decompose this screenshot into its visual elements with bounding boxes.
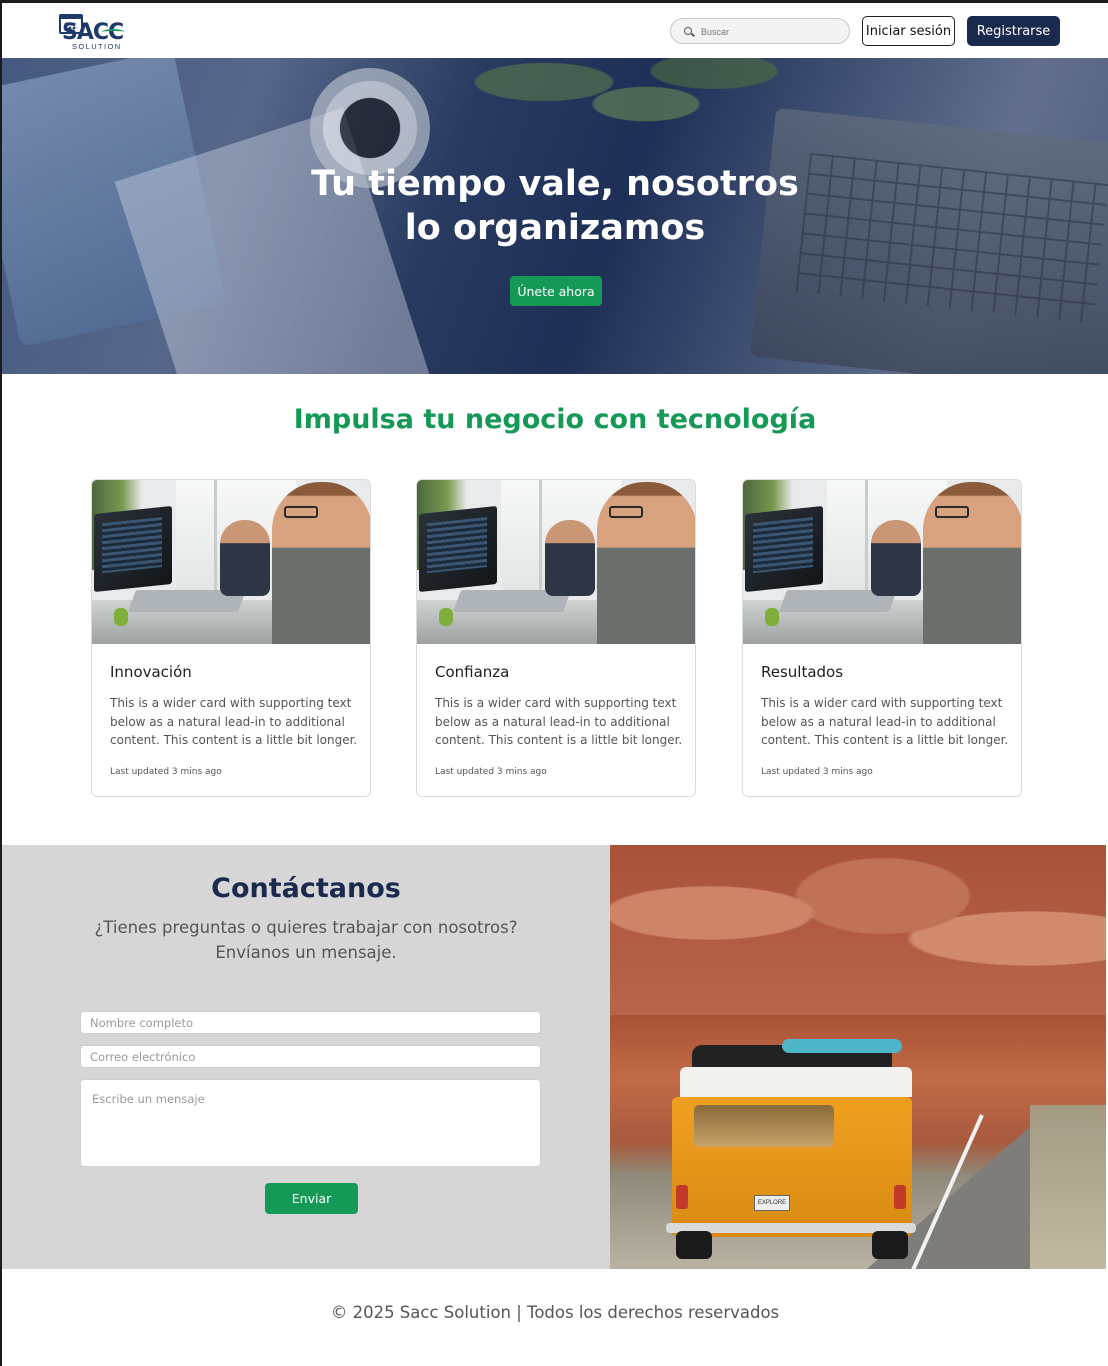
name-field[interactable] [80, 1011, 541, 1034]
card-footer: Last updated 3 mins ago [435, 767, 547, 777]
top-navbar: SACC SOLUTION Iniciar sesión Registrarse [2, 3, 1108, 58]
card-text: This is a wider card with supporting tex… [435, 696, 683, 747]
footer-copyright: © 2025 Sacc Solution | Todos los derecho… [330, 1303, 780, 1322]
license-plate: EXPLORE [754, 1195, 790, 1211]
card-text: This is a wider card with supporting tex… [110, 696, 358, 747]
card-image [417, 480, 695, 644]
login-button[interactable]: Iniciar sesión [862, 16, 955, 46]
card-text: This is a wider card with supporting tex… [761, 696, 1009, 747]
features-title: Impulsa tu negocio con tecnología [293, 404, 817, 435]
logo-swoosh [102, 29, 124, 35]
join-now-button[interactable]: Únete ahora [510, 276, 602, 306]
van-road-photo: EXPLORE [610, 845, 1106, 1269]
email-field[interactable] [80, 1045, 541, 1068]
search-input[interactable] [701, 23, 841, 40]
card-footer: Last updated 3 mins ago [761, 767, 873, 777]
card-title: Confianza [435, 663, 510, 681]
feature-card[interactable]: Confianza This is a wider card with supp… [416, 479, 696, 797]
card-footer: Last updated 3 mins ago [110, 767, 222, 777]
card-title: Resultados [761, 663, 844, 681]
hero-title-line2: lo organizamos [404, 208, 706, 248]
van-image: EXPLORE [662, 1039, 922, 1261]
hero-banner: Tu tiempo vale, nosotros lo organizamos … [2, 58, 1108, 374]
hero-title: Tu tiempo vale, nosotros lo organizamos [2, 162, 1108, 250]
hero-title-line1: Tu tiempo vale, nosotros [311, 164, 799, 204]
feature-card[interactable]: Resultados This is a wider card with sup… [742, 479, 1022, 797]
card-image [92, 480, 370, 644]
search-box[interactable] [670, 18, 850, 44]
contact-section: Contáctanos ¿Tienes preguntas o quieres … [2, 845, 610, 1269]
register-button[interactable]: Registrarse [967, 16, 1060, 46]
hero-plant-image [442, 58, 782, 148]
contact-subtitle: ¿Tienes preguntas o quieres trabajar con… [94, 918, 518, 962]
card-image [743, 480, 1021, 644]
logo-subtext: SOLUTION [72, 42, 122, 51]
card-title: Innovación [110, 663, 192, 681]
contact-title: Contáctanos [211, 873, 401, 904]
feature-card[interactable]: Innovación This is a wider card with sup… [91, 479, 371, 797]
brand-logo[interactable]: SACC SOLUTION [58, 12, 132, 51]
search-icon [684, 27, 692, 35]
send-button[interactable]: Enviar [265, 1183, 358, 1214]
message-field[interactable] [80, 1079, 541, 1167]
